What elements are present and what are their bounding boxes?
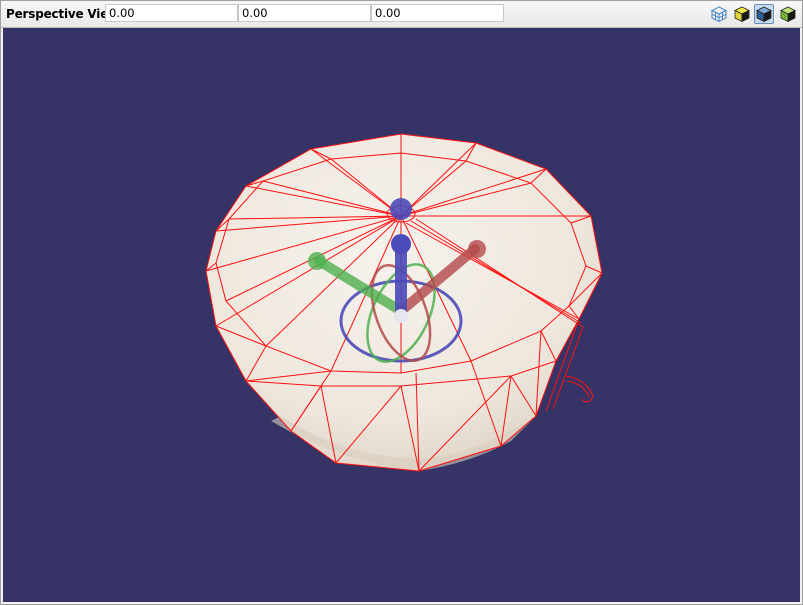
viewport-toolbar: Perspective View 0.00 0.00 0.00: [1, 1, 802, 28]
x-coordinate-field[interactable]: 0.00: [105, 4, 238, 22]
wireframe-cube-icon: [710, 6, 728, 23]
shaded-mode-button[interactable]: [754, 4, 774, 24]
y-coordinate-field[interactable]: 0.00: [238, 4, 371, 22]
scene-render: [205, 133, 603, 472]
wireframe-mode-button[interactable]: [709, 4, 729, 24]
solid-mode-button[interactable]: [732, 4, 752, 24]
textured-mode-button[interactable]: [778, 4, 798, 24]
solid-cube-icon: [734, 6, 750, 23]
viewport-window: Perspective View 0.00 0.00 0.00: [0, 0, 803, 605]
3d-viewport[interactable]: [3, 28, 800, 602]
textured-cube-icon: [780, 6, 796, 23]
shaded-cube-icon: [756, 6, 772, 23]
z-coordinate-field[interactable]: 0.00: [371, 4, 504, 22]
view-mode-label: Perspective View: [6, 7, 120, 21]
